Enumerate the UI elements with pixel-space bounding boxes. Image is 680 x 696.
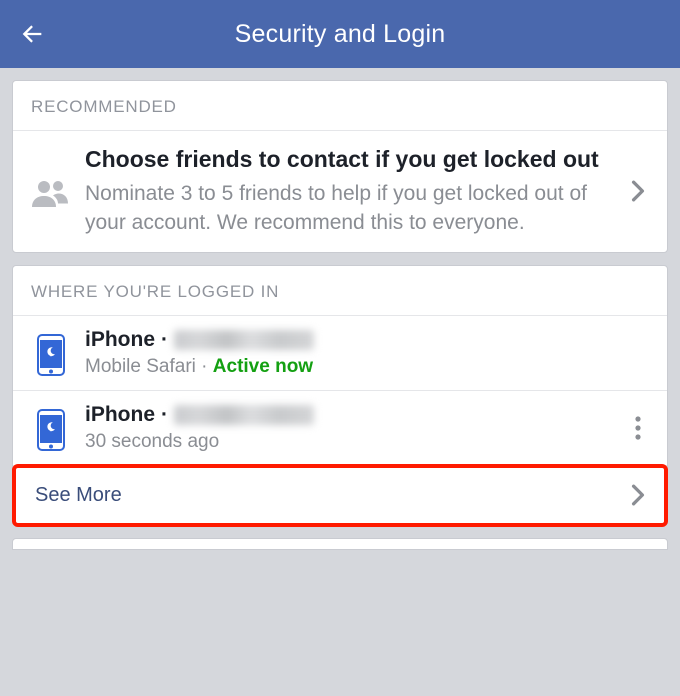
back-button[interactable] [12, 14, 52, 54]
trusted-contacts-title: Choose friends to contact if you get loc… [85, 145, 611, 175]
session-browser: Mobile Safari [85, 356, 196, 377]
chevron-right-icon [619, 180, 657, 202]
session-location-redacted [174, 405, 314, 425]
session-more-button[interactable] [619, 416, 657, 440]
more-vertical-icon [635, 416, 641, 440]
session-row[interactable]: iPhone · 30 seconds ago [13, 391, 667, 466]
friends-icon [27, 175, 75, 207]
session-status: Active now [213, 356, 313, 377]
see-more-row[interactable]: See More [13, 466, 667, 525]
trusted-contacts-subtitle: Nominate 3 to 5 friends to help if you g… [85, 179, 611, 238]
separator-dot: · [161, 328, 168, 352]
recommended-header: RECOMMENDED [13, 81, 667, 131]
session-time: 30 seconds ago [85, 431, 219, 452]
trusted-contacts-row[interactable]: Choose friends to contact if you get loc… [13, 131, 667, 252]
separator-dot: · [201, 356, 207, 377]
sessions-header: WHERE YOU'RE LOGGED IN [13, 266, 667, 316]
session-row[interactable]: iPhone · Mobile Safari · Active now [13, 316, 667, 391]
recommended-section: RECOMMENDED Choose friends to contact if… [12, 80, 668, 253]
session-device: iPhone [85, 328, 155, 352]
phone-icon [27, 330, 75, 376]
next-section-peek [12, 538, 668, 550]
phone-icon [27, 405, 75, 451]
header-bar: Security and Login [0, 0, 680, 68]
sessions-section: WHERE YOU'RE LOGGED IN iPhone · Mobile S… [12, 265, 668, 526]
session-location-redacted [174, 330, 314, 350]
chevron-right-icon [619, 484, 657, 506]
separator-dot: · [161, 403, 168, 427]
page-title: Security and Login [0, 20, 680, 49]
see-more-label: See More [35, 484, 619, 507]
arrow-left-icon [18, 20, 46, 48]
session-device: iPhone [85, 403, 155, 427]
